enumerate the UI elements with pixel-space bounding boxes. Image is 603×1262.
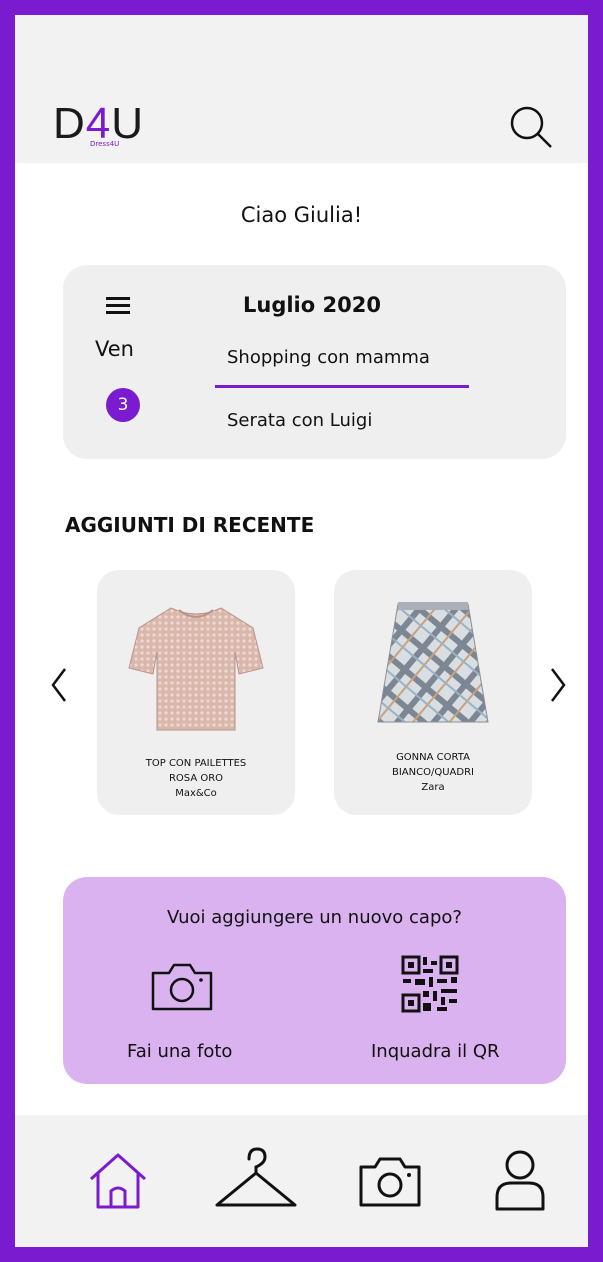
search-icon[interactable] bbox=[507, 103, 555, 151]
top-bar: D4U Dress4U bbox=[15, 15, 588, 163]
item-color: ROSA ORO bbox=[168, 773, 224, 784]
add-item-panel: Vuoi aggiungere un nuovo capo? Fai una f… bbox=[63, 877, 566, 1084]
item-name: TOP CON PAILETTES bbox=[145, 758, 247, 769]
menu-icon[interactable] bbox=[106, 297, 130, 317]
qr-code-icon[interactable] bbox=[401, 955, 459, 1013]
chevron-right-icon[interactable] bbox=[548, 665, 568, 705]
calendar-event-divider bbox=[215, 385, 469, 388]
logo-subtitle: Dress4U bbox=[90, 140, 120, 148]
take-photo-label[interactable]: Fai una foto bbox=[127, 1041, 232, 1062]
plaid-skirt-image bbox=[377, 602, 489, 723]
camera-nav-icon[interactable] bbox=[355, 1145, 425, 1215]
item-color: BIANCO/QUADRI bbox=[392, 767, 474, 778]
calendar-day: Ven bbox=[95, 337, 134, 361]
sequin-top-image bbox=[128, 607, 264, 731]
calendar-month: Luglio 2020 bbox=[243, 293, 381, 317]
hanger-icon[interactable] bbox=[211, 1145, 301, 1215]
item-brand: Zara bbox=[421, 782, 445, 793]
calendar-event[interactable]: Shopping con mamma bbox=[227, 347, 430, 368]
bottom-nav bbox=[15, 1115, 588, 1247]
user-icon[interactable] bbox=[485, 1145, 555, 1215]
calendar-date-badge[interactable]: 3 bbox=[106, 388, 140, 422]
app-screen: D4U Dress4U Ciao Giulia! Ven 3 Luglio 20… bbox=[15, 15, 588, 1247]
camera-icon[interactable] bbox=[149, 959, 215, 1013]
greeting-text: Ciao Giulia! bbox=[240, 203, 363, 227]
home-icon[interactable] bbox=[83, 1145, 153, 1215]
recent-item-card[interactable]: TOP CON PAILETTES ROSA ORO Max&Co bbox=[97, 570, 295, 815]
add-item-title: Vuoi aggiungere un nuovo capo? bbox=[167, 907, 462, 928]
calendar-card: Ven 3 Luglio 2020 Shopping con mamma Ser… bbox=[63, 265, 566, 459]
recent-section-title: AGGIUNTI DI RECENTE bbox=[65, 513, 315, 537]
calendar-event[interactable]: Serata con Luigi bbox=[227, 410, 372, 431]
item-brand: Max&Co bbox=[175, 788, 217, 799]
scan-qr-label[interactable]: Inquadra il QR bbox=[371, 1041, 500, 1062]
chevron-left-icon[interactable] bbox=[49, 665, 69, 705]
recent-item-card[interactable]: GONNA CORTA BIANCO/QUADRI Zara bbox=[334, 570, 532, 815]
item-name: GONNA CORTA bbox=[396, 752, 470, 763]
